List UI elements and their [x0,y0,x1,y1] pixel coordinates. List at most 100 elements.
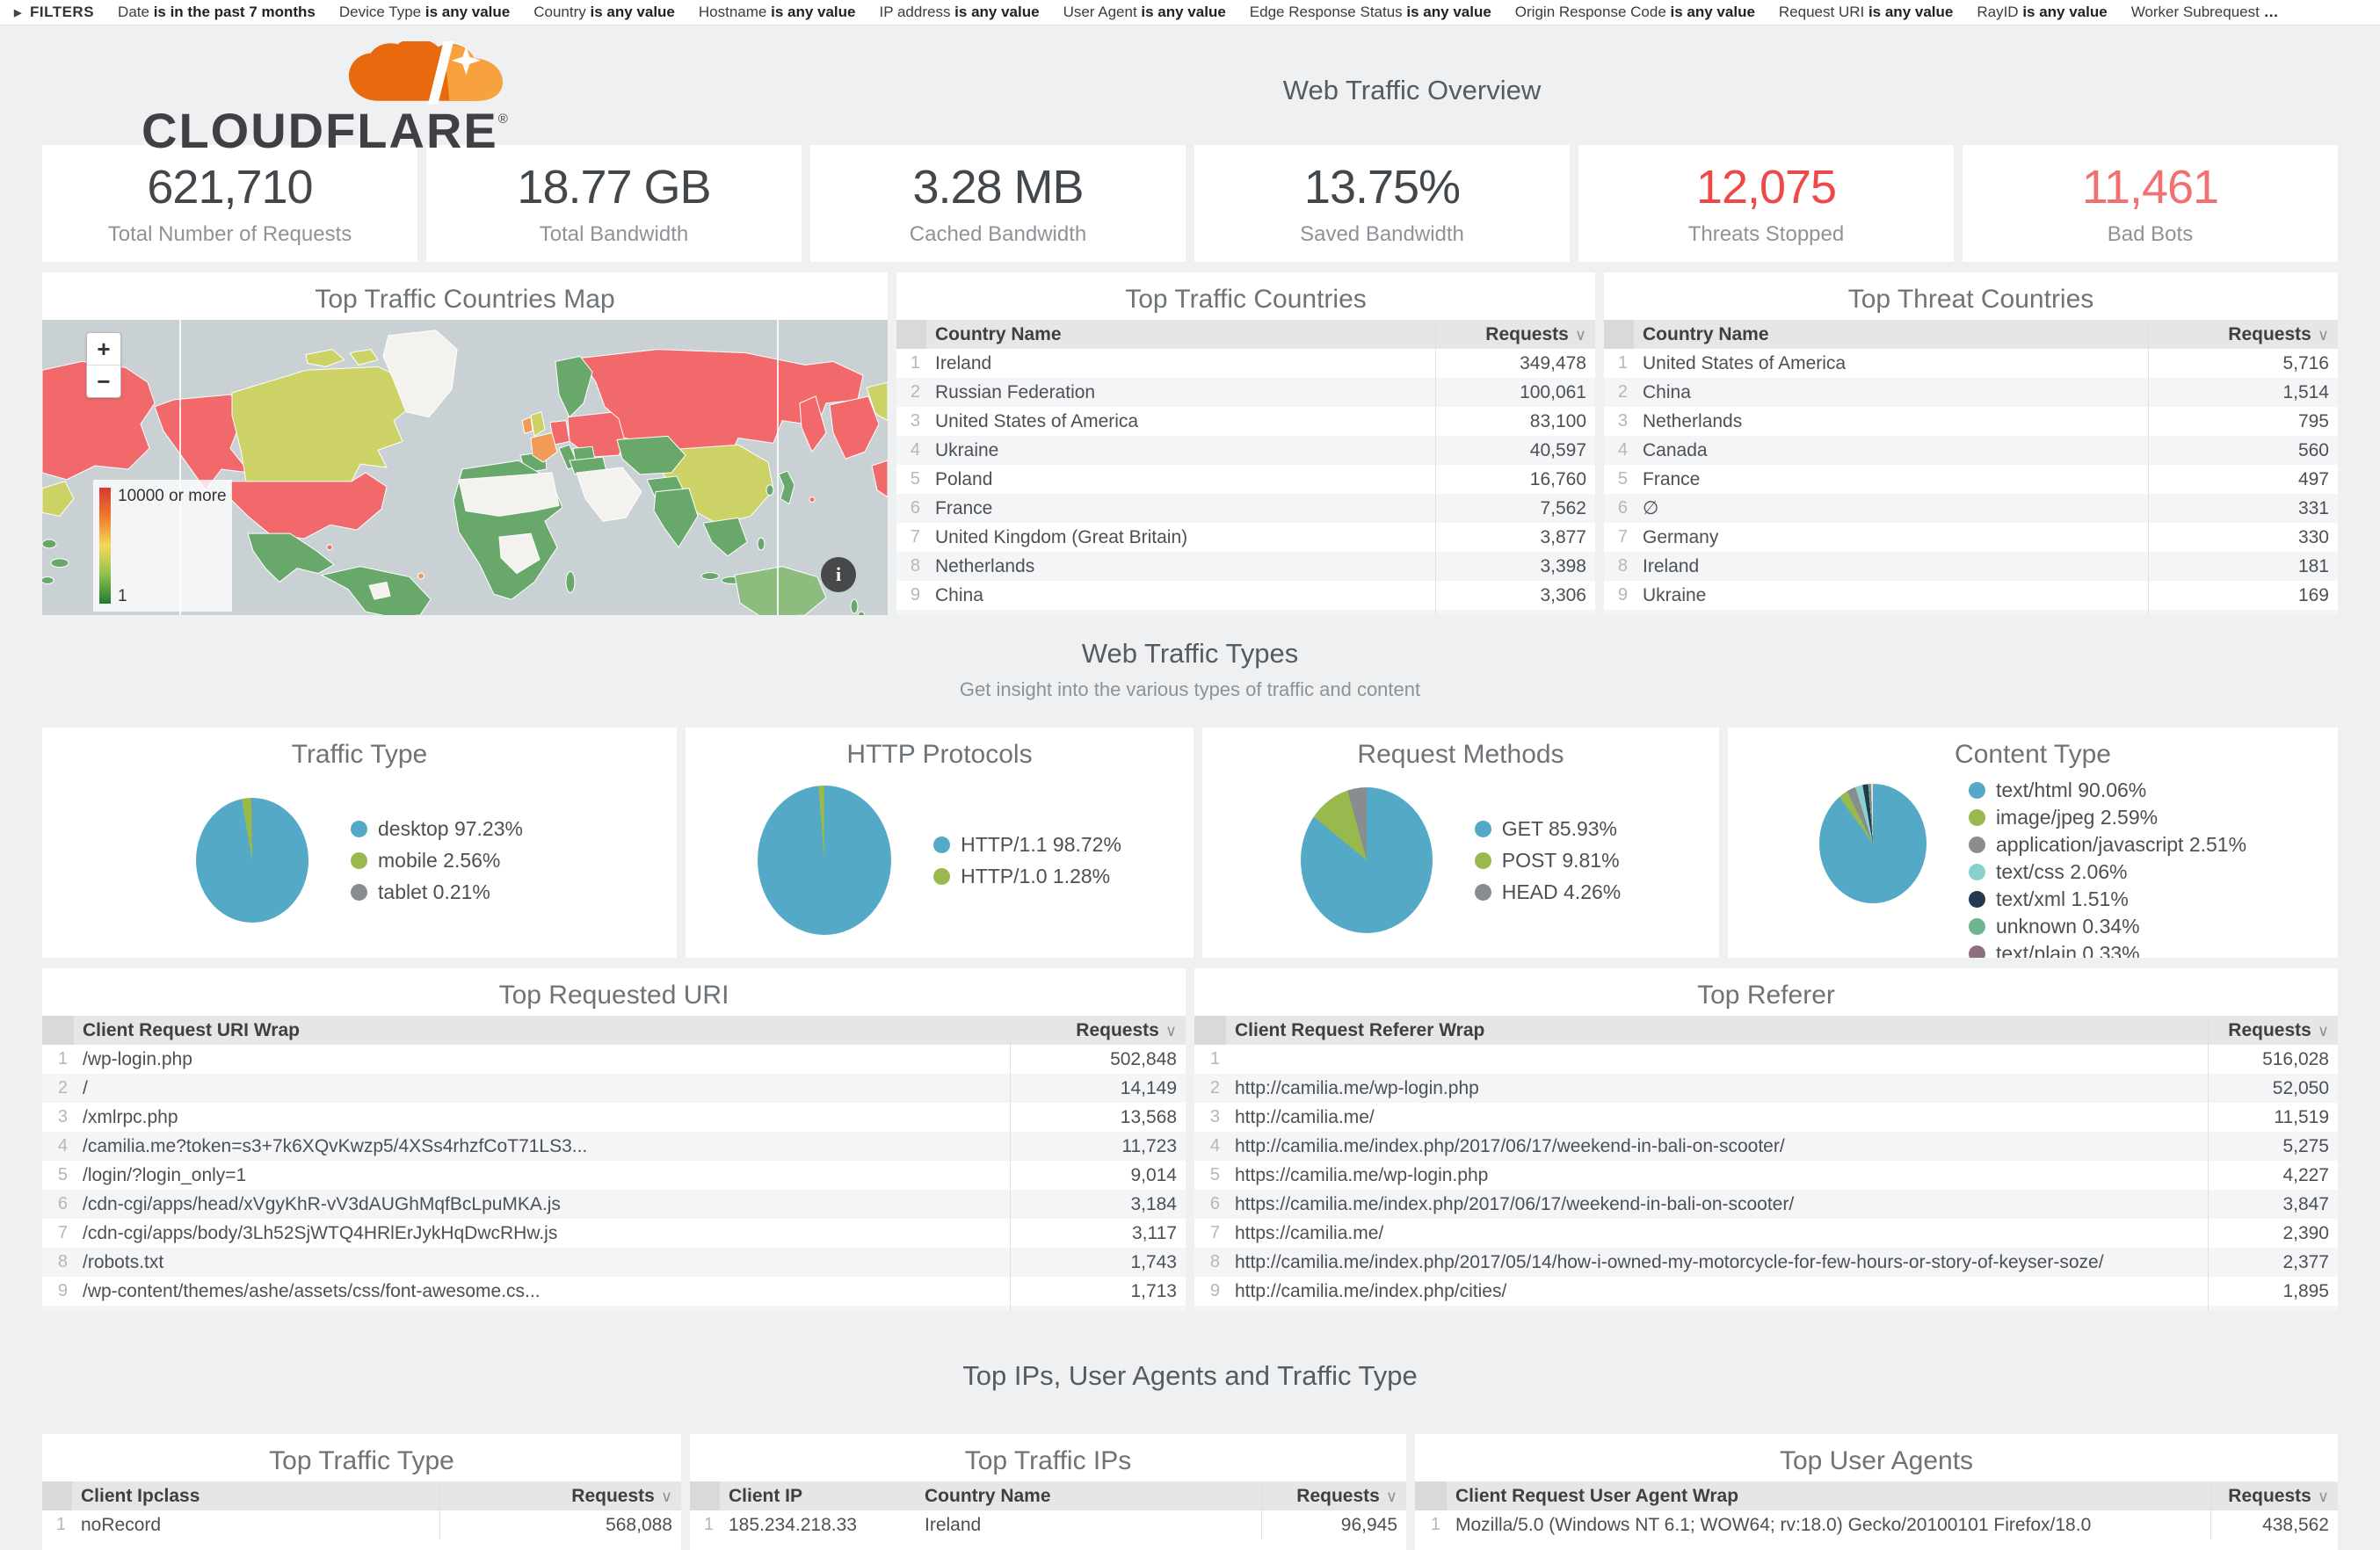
table-row[interactable]: 4Canada560 [1604,436,2338,465]
table-header-row: Client Request Referer WrapRequests∨ [1194,1016,2338,1045]
table-row[interactable]: 5France497 [1604,465,2338,494]
zoom-out-button[interactable]: − [87,365,120,397]
table-row[interactable]: 4/camilia.me?token=s3+7k6XQvKwzp5/4XSs4r… [42,1132,1186,1161]
card-title: Top Traffic Countries [896,272,1595,320]
table-row[interactable]: 1/wp-login.php502,848 [42,1045,1186,1074]
legend-dot-icon [351,884,367,901]
table-row[interactable]: 5Poland16,760 [896,465,1595,494]
table-row[interactable]: 1516,028 [1194,1045,2338,1074]
table-row[interactable]: 3http://camilia.me/11,519 [1194,1103,2338,1132]
top-referer-table: Client Request Referer WrapRequests∨1516… [1194,1016,2338,1311]
value-cell: Poland [926,465,1435,494]
table-row[interactable]: 3Netherlands795 [1604,407,2338,436]
filter-value: is any value [1671,4,1755,20]
table-row[interactable]: 3/xmlrpc.php13,568 [42,1103,1186,1132]
world-map[interactable]: + − 10000 or more 1 i [42,320,888,615]
table-row[interactable]: 8/robots.txt1,743 [42,1248,1186,1277]
filter-value: is in the past 7 months [154,4,316,20]
sort-column-header[interactable]: Requests∨ [1435,320,1595,349]
table-row[interactable]: 1noRecord568,088 [42,1510,681,1539]
filter-chip[interactable]: RayID is any value [1977,4,2107,21]
table-row[interactable]: 6∅331 [1604,494,2338,523]
table-row[interactable]: 2http://camilia.me/wp-login.php52,050 [1194,1074,2338,1103]
legend-label: text/xml 1.51% [1996,887,2129,911]
table-row[interactable]: 10Canada3,245 [896,610,1595,615]
table-row[interactable]: 2Russian Federation100,061 [896,378,1595,407]
sort-column-header[interactable]: Requests∨ [2210,1481,2338,1510]
table-row[interactable]: 7/cdn-cgi/apps/body/3Lh52SjWTQ4HRlErJykH… [42,1219,1186,1248]
sort-column-header[interactable]: Requests∨ [1010,1016,1186,1045]
table-row[interactable]: 1Mozilla/5.0 (Windows NT 6.1; WOW64; rv:… [1415,1510,2338,1539]
filters-toggle[interactable]: ▶ FILTERS [14,4,94,21]
sort-column-header[interactable]: Requests∨ [439,1481,681,1510]
table-row[interactable]: 10http://camilia.me/index.php/about/1,47… [1194,1306,2338,1311]
table-header-row: Country NameRequests∨ [1604,320,2338,349]
value-cell [1226,1045,2208,1074]
stat-label: Threats Stopped [1688,222,1844,247]
table-row[interactable]: 5/login/?login_only=19,014 [42,1161,1186,1190]
table-row[interactable]: 7https://camilia.me/2,390 [1194,1219,2338,1248]
filter-chip[interactable]: Device Type is any value [339,4,510,21]
filter-field: Date [118,4,154,20]
sort-column-header[interactable]: Requests∨ [1261,1481,1406,1510]
table-row[interactable]: 8http://camilia.me/index.php/2017/05/14/… [1194,1248,2338,1277]
table-row[interactable]: 6/cdn-cgi/apps/head/xVgyKhR-vV3dAUGhMqfB… [42,1190,1186,1219]
requests-cell: 1,743 [1010,1248,1186,1277]
content-type-pie-chart[interactable] [1819,784,1926,903]
table-row[interactable]: 9Ukraine169 [1604,581,2338,610]
table-row[interactable]: 7United Kingdom (Great Britain)3,877 [896,523,1595,552]
table-row[interactable]: 9China3,306 [896,581,1595,610]
filter-value: is any value [425,4,510,20]
legend-label: application/javascript 2.51% [1996,833,2246,857]
row-index: 7 [42,1219,74,1248]
top-traffic-type-card: Top Traffic Type Client IpclassRequests∨… [42,1434,681,1550]
table-row[interactable]: 4Ukraine40,597 [896,436,1595,465]
filter-chip[interactable]: User Agent is any value [1063,4,1226,21]
table-row[interactable]: 3United States of America83,100 [896,407,1595,436]
table-row[interactable]: 2China1,514 [1604,378,2338,407]
filter-chip[interactable]: Worker Subrequest … [2131,4,2279,21]
filter-chip[interactable]: Country is any value [533,4,675,21]
filter-chip[interactable]: Hostname is any value [699,4,856,21]
filter-chip[interactable]: Edge Response Status is any value [1250,4,1491,21]
table-row[interactable]: 8Netherlands3,398 [896,552,1595,581]
traffic-type-pie-chart[interactable] [196,798,308,923]
requests-cell: 1,672 [1010,1306,1186,1311]
zoom-in-button[interactable]: + [87,333,120,365]
filter-chip[interactable]: IP address is any value [879,4,1039,21]
value-cell: http://camilia.me/index.php/cities/ [1226,1277,2208,1306]
table-row[interactable]: 6https://camilia.me/index.php/2017/06/17… [1194,1190,2338,1219]
legend-item: mobile 2.56% [351,849,523,873]
table-row[interactable]: 10/wp-content/themes/ashe/style.css?v=1.… [42,1306,1186,1311]
table-row[interactable]: 4http://camilia.me/index.php/2017/06/17/… [1194,1132,2338,1161]
table-row[interactable]: 1185.234.218.33Ireland96,945 [690,1510,1406,1539]
table-row[interactable]: 9http://camilia.me/index.php/cities/1,89… [1194,1277,2338,1306]
row-index: 9 [1604,581,1634,610]
map-info-icon[interactable]: i [821,557,856,592]
map-legend: 10000 or more 1 [93,480,232,612]
table-row[interactable]: 1Ireland349,478 [896,349,1595,378]
filter-chip[interactable]: Date is in the past 7 months [118,4,316,21]
table-row[interactable]: 6France7,562 [896,494,1595,523]
sort-caret-icon: ∨ [1165,1022,1177,1039]
table-row[interactable]: 8Ireland181 [1604,552,2338,581]
value-cell: /cdn-cgi/apps/head/xVgyKhR-vV3dAUGhMqfBc… [74,1190,1010,1219]
top-threat-countries-table: Country NameRequests∨1United States of A… [1604,320,2338,615]
requests-cell: 3,847 [2208,1190,2338,1219]
sort-column-header[interactable]: Requests∨ [2208,1016,2338,1045]
table-row[interactable]: 7Germany330 [1604,523,2338,552]
table-row[interactable]: 5https://camilia.me/wp-login.php4,227 [1194,1161,2338,1190]
sort-column-header[interactable]: Requests∨ [2148,320,2338,349]
legend-label: POST 9.81% [1502,849,1620,873]
filter-chip[interactable]: Request URI is any value [1779,4,1953,21]
value-cell: Mozilla/5.0 (Windows NT 6.1; WOW64; rv:1… [1447,1510,2210,1539]
stat-value: 13.75% [1304,160,1460,214]
table-row[interactable]: 10Singapore158 [1604,610,2338,615]
request-methods-pie-chart[interactable] [1301,787,1433,933]
table-row[interactable]: 9/wp-content/themes/ashe/assets/css/font… [42,1277,1186,1306]
table-row[interactable]: 2/14,149 [42,1074,1186,1103]
http-protocols-pie-chart[interactable] [758,786,891,935]
column-header: Country Name [1634,320,2148,349]
table-row[interactable]: 1United States of America5,716 [1604,349,2338,378]
filter-chip[interactable]: Origin Response Code is any value [1515,4,1755,21]
